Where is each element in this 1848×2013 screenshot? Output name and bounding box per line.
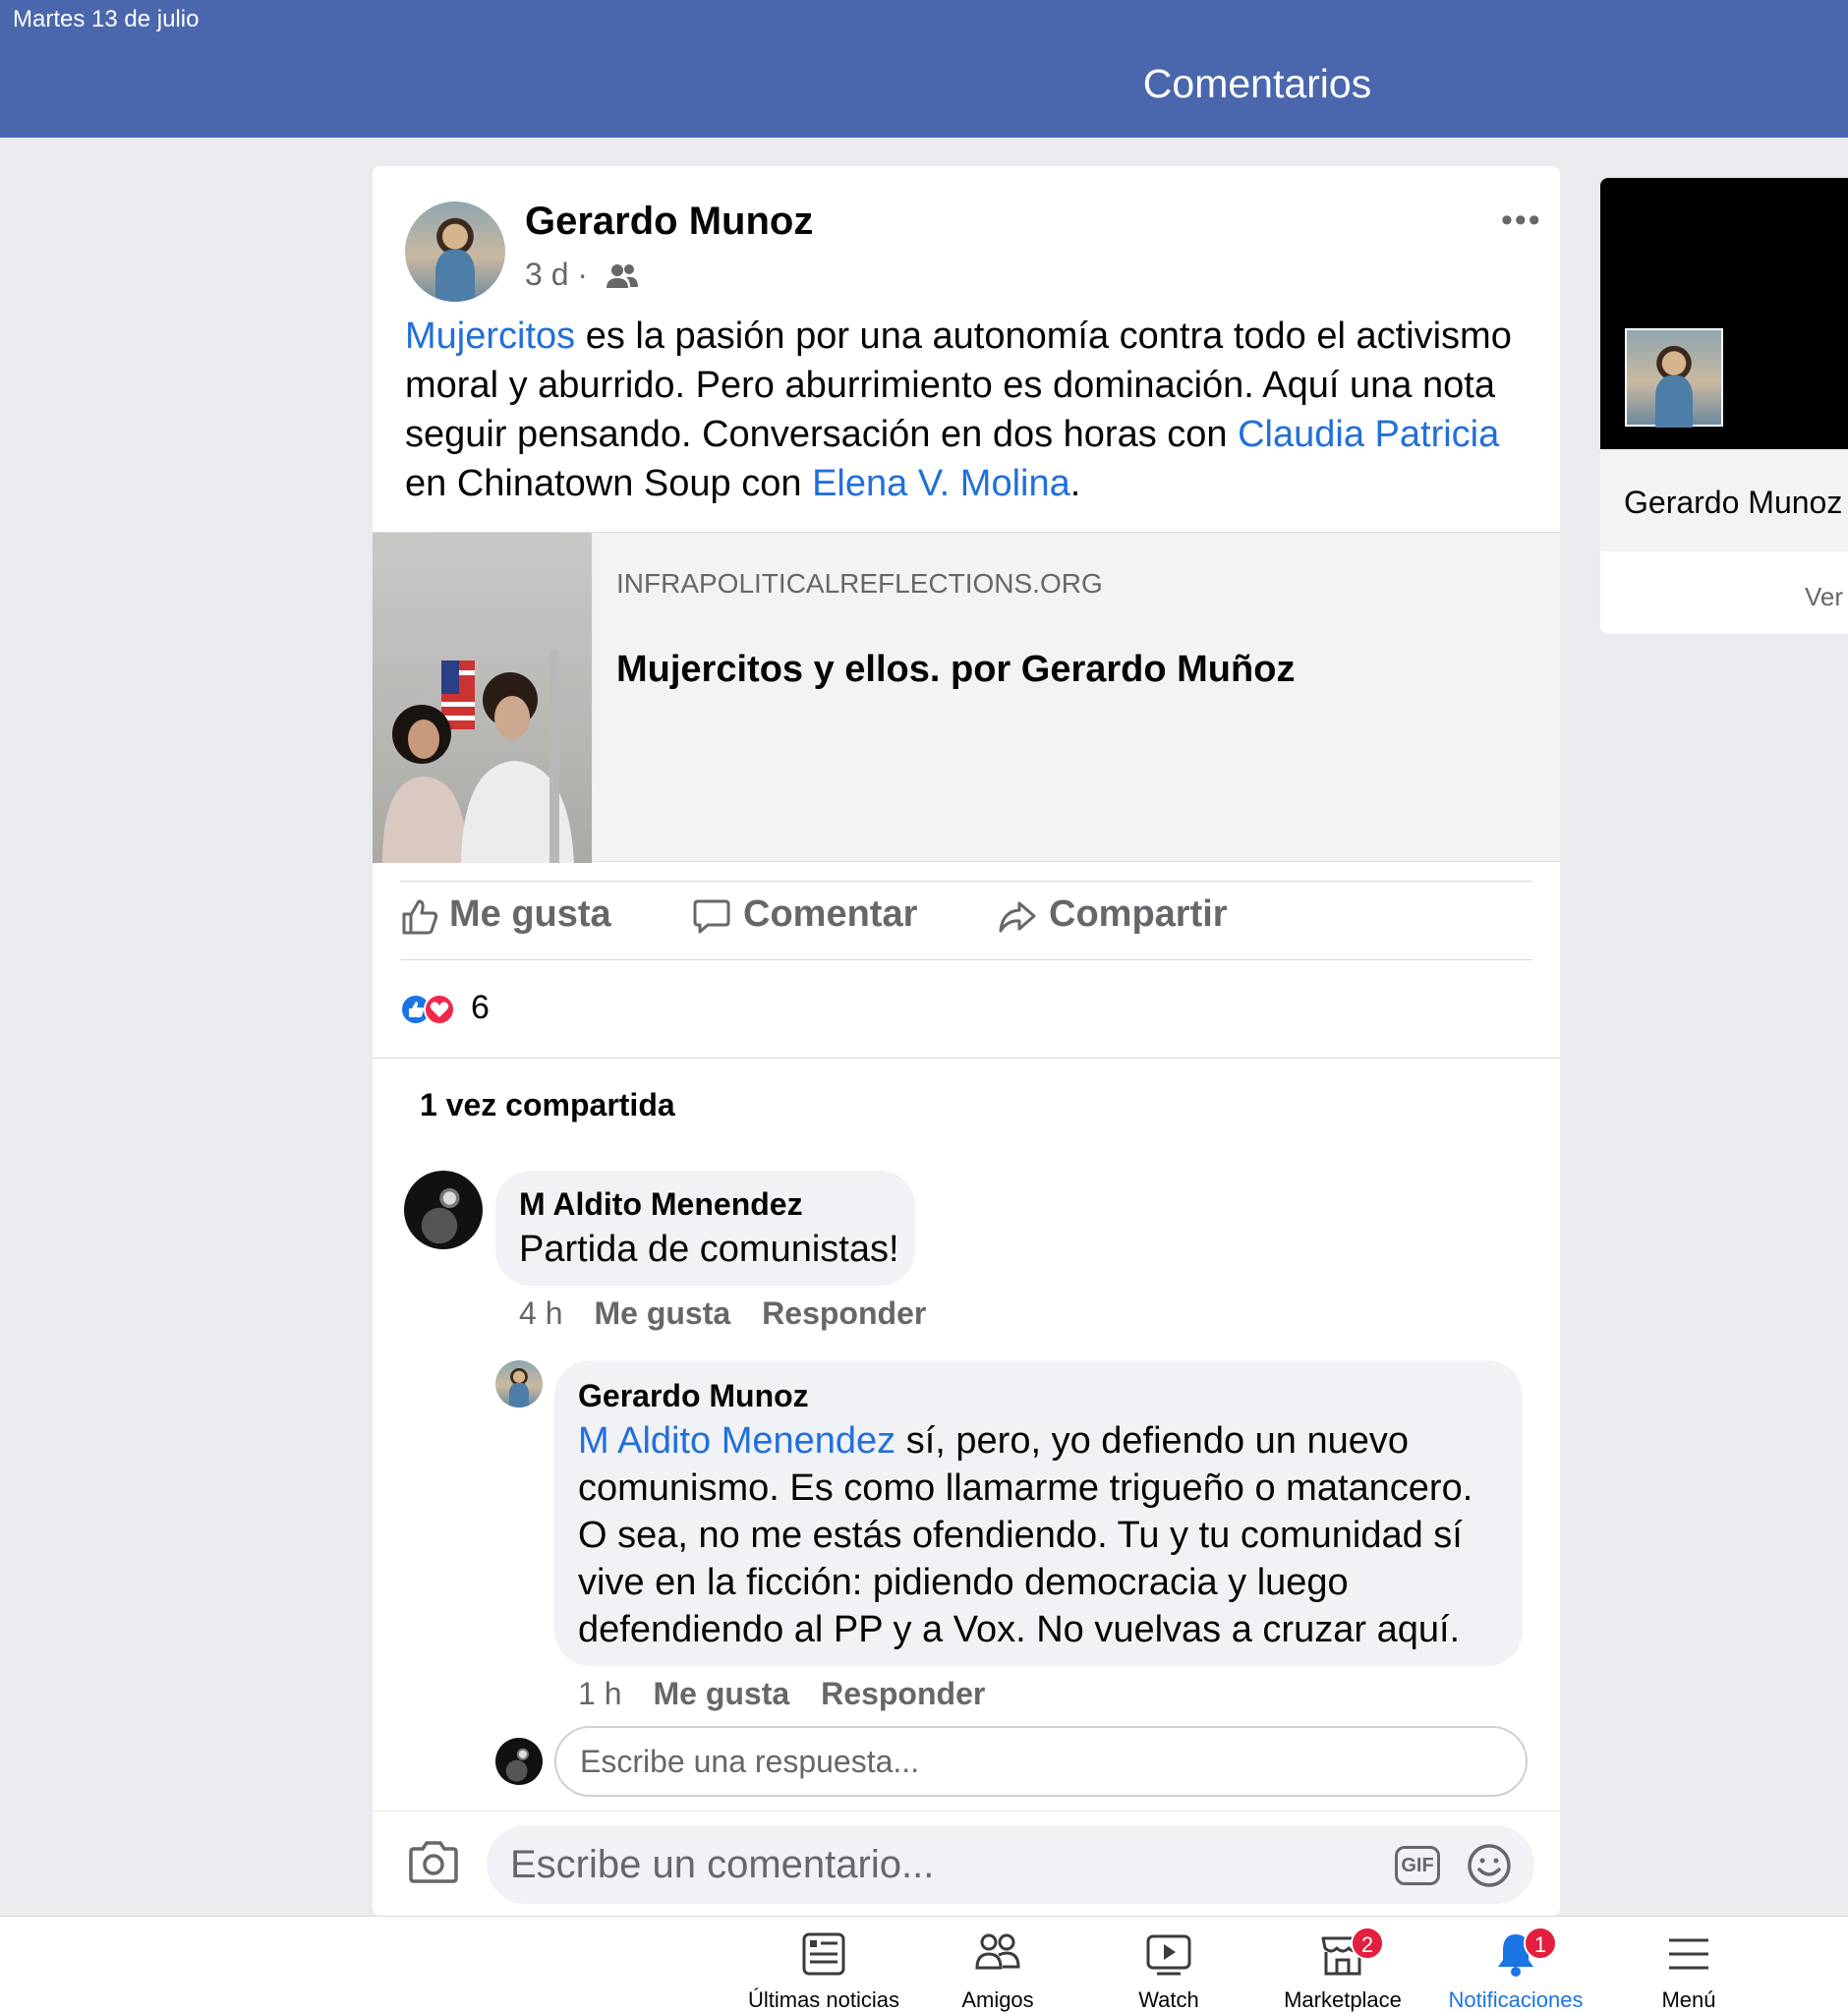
reply-meta: 1 h Me gusta Responder bbox=[578, 1676, 985, 1712]
emoji-icon[interactable] bbox=[1467, 1843, 1512, 1888]
love-reaction-icon bbox=[424, 994, 455, 1025]
side-card-thumbnail bbox=[1625, 328, 1723, 428]
mention-link[interactable]: Mujercitos bbox=[405, 316, 575, 357]
comment-author[interactable]: M Aldito Menendez bbox=[519, 1186, 803, 1223]
news-feed-icon bbox=[802, 1932, 845, 1976]
share-icon bbox=[999, 901, 1036, 933]
reply-time: 1 h bbox=[578, 1676, 622, 1711]
tab-watch[interactable]: Watch bbox=[1082, 1917, 1255, 2013]
bottom-tab-bar: Últimas noticias Amigos Watch 2 Marketpl… bbox=[0, 1916, 1848, 2013]
notifications-badge: 1 bbox=[1524, 1927, 1557, 1960]
divider bbox=[373, 1058, 1560, 1059]
comment-meta: 4 h Me gusta Responder bbox=[519, 1295, 926, 1332]
reply-reply-link[interactable]: Responder bbox=[821, 1676, 985, 1711]
tab-friends[interactable]: Amigos bbox=[911, 1917, 1084, 2013]
comment-time: 4 h bbox=[519, 1295, 563, 1331]
commenter-avatar[interactable] bbox=[404, 1171, 483, 1249]
more-options-icon[interactable]: ••• bbox=[1501, 203, 1542, 237]
like-icon bbox=[402, 899, 438, 935]
reply-author-avatar[interactable] bbox=[495, 1360, 543, 1408]
tab-news-feed[interactable]: Últimas noticias bbox=[737, 1917, 910, 2013]
status-date: Martes 13 de julio bbox=[13, 6, 200, 32]
tab-marketplace[interactable]: 2 Marketplace bbox=[1256, 1917, 1429, 2013]
post-time: 3 d · bbox=[525, 257, 589, 292]
friends-icon bbox=[975, 1933, 1020, 1970]
comment-icon bbox=[693, 899, 730, 934]
post-text: Mujercitos es la pasión por una autonomí… bbox=[405, 316, 1512, 504]
reply-author[interactable]: Gerardo Munoz bbox=[578, 1378, 809, 1414]
divider bbox=[400, 881, 1532, 882]
mention-link[interactable]: M Aldito Menendez bbox=[578, 1420, 895, 1462]
post-card: Gerardo Munoz 3 d · ••• Mujercitos es la… bbox=[373, 166, 1560, 1916]
author-avatar[interactable] bbox=[405, 201, 505, 302]
reaction-count[interactable]: 6 bbox=[471, 989, 490, 1027]
reply-like-link[interactable]: Me gusta bbox=[653, 1676, 789, 1711]
author-name[interactable]: Gerardo Munoz bbox=[525, 200, 813, 244]
mention-link[interactable]: Claudia Patricia bbox=[1238, 414, 1499, 455]
side-card-cover bbox=[1600, 178, 1848, 449]
top-bar: Martes 13 de julio Comentarios bbox=[0, 0, 1848, 138]
mention-link[interactable]: Elena V. Molina bbox=[812, 463, 1070, 504]
link-preview-domain: INFRAPOLITICALREFLECTIONS.ORG bbox=[616, 568, 1103, 599]
comment-text: Partida de comunistas! bbox=[519, 1229, 899, 1270]
link-preview[interactable]: INFRAPOLITICALREFLECTIONS.ORG Mujercitos… bbox=[373, 532, 1560, 863]
reply-bubble: Gerardo Munoz M Aldito Menendez sí, pero… bbox=[554, 1360, 1523, 1666]
comment-composer: Escribe un comentario... GIF bbox=[373, 1811, 1560, 1916]
reply-text: M Aldito Menendez sí, pero, yo defiendo … bbox=[578, 1420, 1473, 1650]
divider bbox=[400, 959, 1532, 960]
tab-menu[interactable]: Menú bbox=[1602, 1917, 1775, 2013]
link-preview-image bbox=[373, 533, 592, 863]
side-profile-card[interactable]: Gerardo Munoz Ver bbox=[1600, 178, 1848, 634]
comment-input[interactable]: Escribe un comentario... bbox=[487, 1825, 1534, 1904]
watch-icon bbox=[1146, 1934, 1191, 1976]
page-title: Comentarios bbox=[1142, 61, 1372, 106]
side-card-name[interactable]: Gerardo Munoz bbox=[1624, 485, 1842, 521]
marketplace-badge: 2 bbox=[1351, 1927, 1384, 1960]
reply-input[interactable]: Escribe una respuesta... bbox=[554, 1726, 1528, 1797]
shares-count[interactable]: 1 vez compartida bbox=[420, 1087, 675, 1123]
friends-audience-icon bbox=[606, 264, 638, 288]
tab-notifications[interactable]: 1 Notificaciones bbox=[1429, 1917, 1602, 2013]
menu-icon bbox=[1669, 1938, 1708, 1970]
comment-like-link[interactable]: Me gusta bbox=[594, 1295, 730, 1331]
comment-reply-link[interactable]: Responder bbox=[762, 1295, 926, 1331]
side-card-name-area: Gerardo Munoz bbox=[1600, 449, 1848, 551]
comment-bubble: M Aldito Menendez Partida de comunistas! bbox=[495, 1171, 915, 1286]
gif-icon[interactable]: GIF bbox=[1395, 1846, 1440, 1885]
link-preview-title[interactable]: Mujercitos y ellos. por Gerardo Muñoz bbox=[616, 649, 1295, 691]
current-user-avatar bbox=[495, 1738, 543, 1785]
side-card-view-button[interactable]: Ver bbox=[1805, 582, 1843, 612]
camera-icon[interactable] bbox=[408, 1839, 459, 1884]
